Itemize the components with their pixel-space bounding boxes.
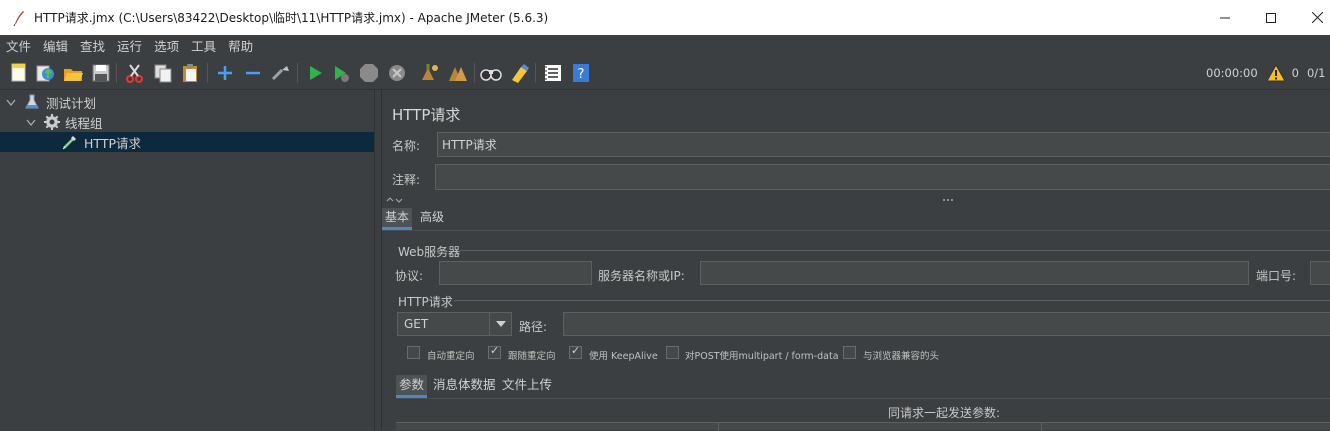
follow-redirect-label: 跟随重定向	[508, 351, 556, 362]
server-field[interactable]	[700, 261, 1249, 285]
browser-headers-checkbox[interactable]	[843, 346, 856, 359]
chevron-down-icon[interactable]	[489, 313, 511, 335]
tab-advanced[interactable]: 高级	[417, 208, 447, 230]
menu-edit[interactable]: 编辑	[37, 36, 74, 55]
tab-parameters[interactable]: 参数	[396, 375, 428, 398]
open-icon[interactable]	[62, 62, 84, 84]
copy-icon[interactable]	[152, 62, 174, 84]
method-select[interactable]: GET	[397, 312, 512, 336]
tab-basic[interactable]: 基本	[382, 208, 413, 230]
new-icon[interactable]	[8, 62, 30, 84]
path-label: 路径:	[519, 320, 548, 334]
status-area: 00:00:00 0 0/1	[1206, 56, 1330, 90]
server-label: 服务器名称或IP:	[598, 269, 685, 283]
browser-headers-label: 与浏览器兼容的头	[863, 351, 940, 362]
thread-count: 0/1	[1306, 66, 1326, 80]
elapsed-timer: 00:00:00	[1206, 66, 1258, 80]
http-request-panel: HTTP请求 名称: HTTP请求 注释: 基本 高级 Web服务器 协议: 服…	[382, 90, 1330, 431]
menu-search[interactable]: 查找	[74, 36, 111, 55]
jmeter-feather-icon	[12, 10, 26, 26]
pane-splitter[interactable]	[374, 90, 382, 430]
warning-count: 0	[1291, 66, 1299, 80]
name-label: 名称:	[392, 139, 421, 153]
gear-icon	[43, 113, 61, 131]
section-divider[interactable]	[382, 194, 1330, 204]
auto-redirect-label: 自动重定向	[427, 351, 475, 362]
help-icon[interactable]: ?	[570, 62, 592, 84]
stop-icon[interactable]	[358, 62, 380, 84]
expand-icon[interactable]	[214, 62, 236, 84]
toolbar: ? 00:00:00 0 0/1	[0, 56, 1330, 90]
name-field[interactable]: HTTP请求	[437, 132, 1330, 157]
reset-search-icon[interactable]	[508, 62, 530, 84]
pipette-icon	[62, 134, 78, 150]
multipart-label: 对POST使用multipart / form-data	[685, 351, 839, 362]
tree-item-thread-group[interactable]: 线程组	[0, 112, 374, 132]
auto-redirect-checkbox[interactable]	[407, 346, 420, 359]
tree-item-test-plan[interactable]: 测试计划	[0, 92, 374, 112]
chevron-down-icon[interactable]	[6, 95, 18, 110]
params-caption: 同请求一起发送参数:	[888, 406, 1001, 420]
cut-icon[interactable]	[124, 62, 146, 84]
window-titlebar: HTTP请求.jmx (C:\Users\83422\Desktop\临时\11…	[0, 0, 1330, 35]
multipart-checkbox[interactable]	[666, 346, 679, 359]
warning-icon[interactable]	[1265, 63, 1286, 82]
toggle-icon[interactable]	[270, 62, 292, 84]
shutdown-icon[interactable]	[386, 62, 408, 84]
tree-item-http-request[interactable]: HTTP请求	[0, 132, 374, 152]
flask-icon	[24, 94, 40, 110]
port-label: 端口号:	[1256, 269, 1297, 283]
svg-text:?: ?	[578, 67, 585, 82]
close-button[interactable]	[1294, 0, 1330, 35]
window-title: HTTP请求.jmx (C:\Users\83422\Desktop\临时\11…	[34, 11, 549, 25]
menu-run[interactable]: 运行	[111, 36, 148, 55]
method-value: GET	[404, 317, 429, 331]
web-server-group-title: Web服务器	[398, 245, 461, 259]
start-no-pause-icon[interactable]	[330, 62, 352, 84]
keepalive-checkbox[interactable]	[569, 344, 582, 359]
tab-body-data[interactable]: 消息体数据	[430, 375, 499, 398]
follow-redirect-checkbox[interactable]	[488, 344, 501, 359]
protocol-field[interactable]	[439, 261, 592, 285]
save-icon[interactable]	[90, 62, 112, 84]
tree-item-label: 测试计划	[46, 95, 97, 111]
chevron-down-icon[interactable]	[26, 115, 38, 130]
search-icon[interactable]	[480, 62, 502, 84]
clear-all-icon[interactable]	[446, 62, 468, 84]
tree-item-label: HTTP请求	[84, 135, 141, 151]
tab-file-upload[interactable]: 文件上传	[499, 375, 555, 398]
panel-title: HTTP请求	[392, 106, 461, 124]
path-field[interactable]	[563, 312, 1330, 336]
maximize-button[interactable]	[1248, 0, 1294, 35]
test-plan-tree: 测试计划 线程组 HTTP请求	[0, 90, 374, 430]
port-field[interactable]	[1310, 261, 1330, 285]
tree-item-label: 线程组	[65, 115, 103, 131]
function-helper-icon[interactable]	[542, 62, 564, 84]
params-table-header	[396, 422, 1330, 431]
menu-bar: 文件 编辑 查找 运行 选项 工具 帮助	[0, 35, 1330, 56]
menu-file[interactable]: 文件	[0, 36, 37, 55]
minimize-button[interactable]	[1202, 0, 1248, 35]
comment-label: 注释:	[392, 173, 421, 187]
menu-options[interactable]: 选项	[148, 36, 185, 55]
http-request-group-title: HTTP请求	[398, 295, 453, 309]
menu-help[interactable]: 帮助	[222, 36, 259, 55]
templates-icon[interactable]	[34, 62, 56, 84]
paste-icon[interactable]	[180, 62, 202, 84]
keepalive-label: 使用 KeepAlive	[589, 351, 658, 362]
comment-field[interactable]	[435, 164, 1330, 190]
menu-tools[interactable]: 工具	[185, 36, 222, 55]
clear-icon[interactable]	[418, 62, 440, 84]
protocol-label: 协议:	[395, 269, 424, 283]
collapse-icon[interactable]	[242, 62, 264, 84]
name-value: HTTP请求	[442, 138, 497, 152]
start-icon[interactable]	[304, 62, 326, 84]
